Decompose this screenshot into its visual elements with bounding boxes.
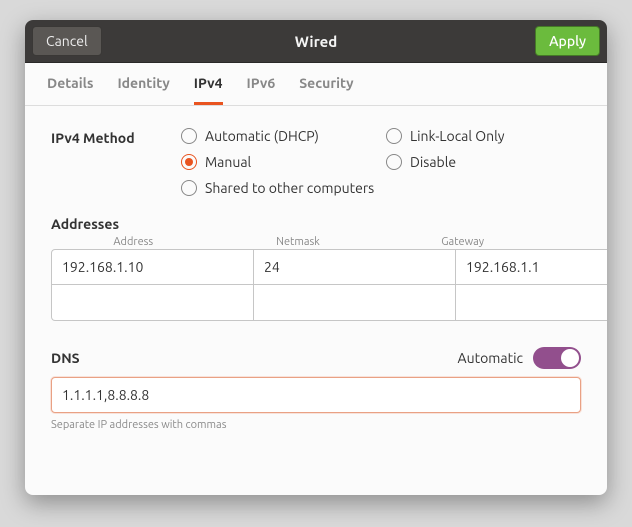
- tab-bar: Details Identity IPv4 IPv6 Security: [25, 63, 607, 106]
- radio-disable[interactable]: Disable: [386, 154, 581, 170]
- dns-title: DNS: [51, 350, 80, 366]
- window-title: Wired: [25, 33, 607, 50]
- addresses-title: Addresses: [51, 216, 581, 232]
- col-netmask: Netmask: [216, 236, 381, 248]
- tab-security[interactable]: Security: [299, 63, 353, 105]
- apply-button[interactable]: Apply: [535, 26, 600, 56]
- address-input[interactable]: [51, 249, 254, 285]
- col-gateway: Gateway: [380, 236, 545, 248]
- radio-label: Disable: [410, 154, 456, 170]
- tab-details[interactable]: Details: [47, 63, 93, 105]
- tab-identity[interactable]: Identity: [117, 63, 169, 105]
- radio-icon: [181, 180, 197, 196]
- netmask-input[interactable]: [254, 249, 456, 285]
- radio-icon: [386, 128, 402, 144]
- radio-label: Link-Local Only: [410, 128, 505, 144]
- gateway-input[interactable]: [456, 249, 607, 285]
- radio-label: Shared to other computers: [205, 180, 374, 196]
- gateway-input[interactable]: [456, 285, 607, 321]
- radio-automatic-dhcp[interactable]: Automatic (DHCP): [181, 128, 376, 144]
- tab-ipv6[interactable]: IPv6: [247, 63, 276, 105]
- address-row: [51, 285, 581, 321]
- radio-icon: [181, 128, 197, 144]
- ipv4-panel: IPv4 Method Automatic (DHCP) Link-Local …: [25, 106, 607, 495]
- netmask-input[interactable]: [254, 285, 456, 321]
- dns-automatic-toggle[interactable]: [533, 347, 581, 369]
- tab-ipv4[interactable]: IPv4: [194, 63, 223, 105]
- ipv4-method-label: IPv4 Method: [51, 128, 181, 196]
- radio-shared[interactable]: Shared to other computers: [181, 180, 581, 196]
- radio-link-local-only[interactable]: Link-Local Only: [386, 128, 581, 144]
- header-bar: Cancel Wired Apply: [25, 20, 607, 63]
- radio-icon: [386, 154, 402, 170]
- dns-servers-input[interactable]: [51, 377, 581, 413]
- radio-label: Automatic (DHCP): [205, 128, 319, 144]
- radio-label: Manual: [205, 154, 251, 170]
- network-settings-dialog: Cancel Wired Apply Details Identity IPv4…: [25, 20, 607, 495]
- cancel-button[interactable]: Cancel: [32, 26, 102, 56]
- addresses-column-headers: Address Netmask Gateway: [51, 236, 581, 248]
- address-row: [51, 249, 581, 285]
- dns-hint: Separate IP addresses with commas: [51, 419, 581, 431]
- radio-manual[interactable]: Manual: [181, 154, 376, 170]
- radio-icon: [181, 154, 197, 170]
- address-input[interactable]: [51, 285, 254, 321]
- col-address: Address: [51, 236, 216, 248]
- toggle-knob: [561, 349, 579, 367]
- dns-automatic-label: Automatic: [458, 350, 523, 366]
